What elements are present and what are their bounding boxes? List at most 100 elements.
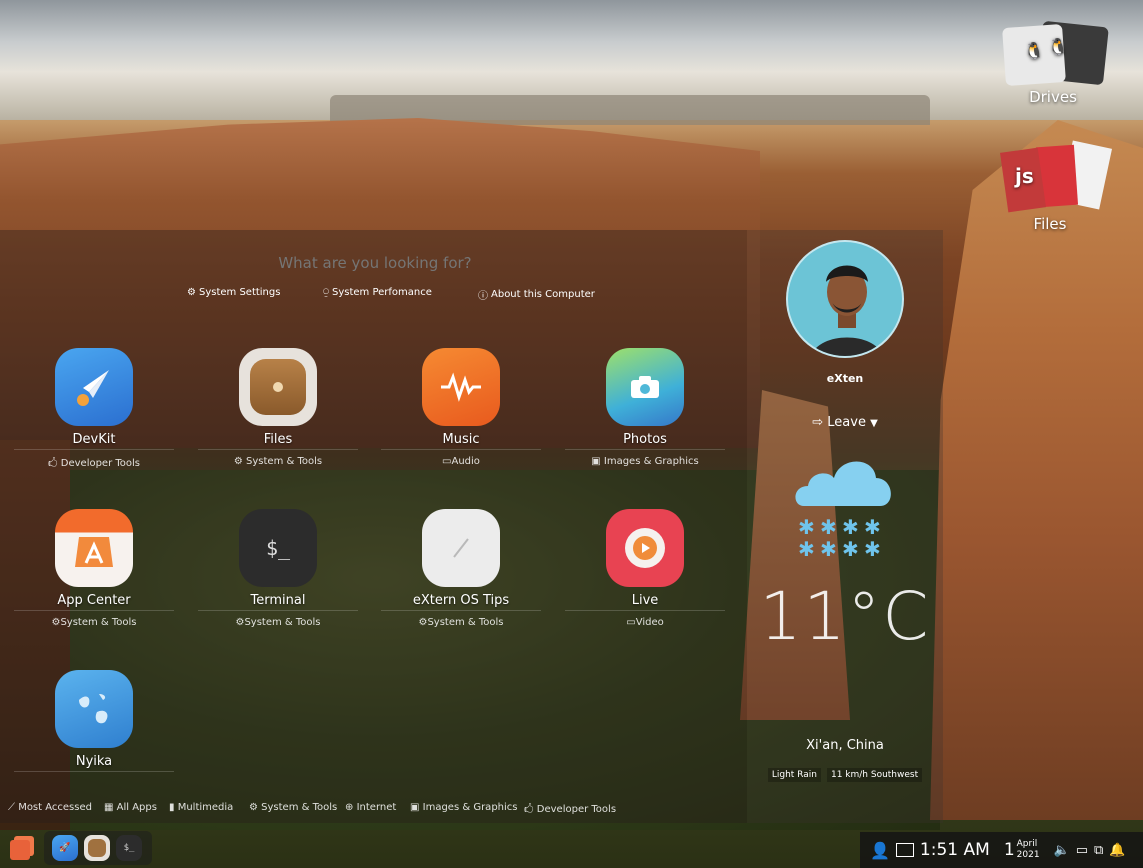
- svg-text:🐧: 🐧: [1024, 41, 1044, 60]
- category-images-graphics[interactable]: ▣ Images & Graphics: [410, 802, 517, 813]
- user-avatar-icon: [811, 265, 883, 356]
- video-icon: ▭: [626, 617, 636, 628]
- dock-files[interactable]: [84, 835, 110, 861]
- terminal-icon: $_: [123, 843, 135, 853]
- weather-wind: 11 km/h Southwest: [826, 768, 923, 782]
- drives-label: Drives: [1029, 88, 1077, 106]
- app-photos[interactable]: Photos ▣ Images & Graphics: [555, 348, 735, 467]
- svg-text:✱: ✱: [842, 537, 859, 561]
- dock-devkit[interactable]: 🚀: [52, 835, 78, 861]
- code-icon: 🖒: [524, 804, 534, 815]
- desktop-files[interactable]: js Files: [985, 140, 1115, 233]
- snow-cloud-icon: ✱ ✱ ✱ ✱ ✱ ✱ ✱ ✱: [795, 461, 891, 561]
- user-name: eXten: [826, 372, 864, 385]
- svg-text:✱: ✱: [820, 515, 837, 539]
- js-badge: js: [1015, 164, 1034, 188]
- volume-icon[interactable]: 🔈: [1054, 843, 1070, 858]
- svg-text:✱: ✱: [820, 537, 837, 561]
- clock[interactable]: 1:51 AM: [920, 840, 990, 860]
- app-name: App Center: [57, 593, 131, 608]
- svg-text:🐧: 🐧: [1048, 37, 1068, 56]
- drives-icon: 🐧 🐧: [1002, 21, 1109, 86]
- app-category: System & Tools: [60, 617, 137, 628]
- gear-icon: ⚙: [249, 802, 258, 813]
- category-internet[interactable]: ⊕ Internet: [345, 802, 396, 813]
- date[interactable]: 1 April 2021: [1004, 839, 1040, 861]
- app-files[interactable]: Files ⚙ System & Tools: [188, 348, 368, 467]
- camera-icon: [606, 348, 684, 426]
- gauge-icon: ⍜: [323, 287, 329, 298]
- app-category: System & Tools: [244, 617, 321, 628]
- folder-icon: [239, 348, 317, 426]
- globe-icon: ⊕: [345, 802, 354, 813]
- avatar[interactable]: [786, 240, 904, 358]
- svg-text:✱: ✱: [842, 515, 859, 539]
- caret-down-icon: ▼: [870, 418, 878, 429]
- start-button[interactable]: [8, 834, 36, 862]
- app-music[interactable]: Music ▭Audio: [371, 348, 551, 467]
- temperature: 11°C: [759, 578, 931, 655]
- app-name: Photos: [623, 432, 667, 447]
- category-all-apps[interactable]: ▦ All Apps: [104, 802, 157, 813]
- info-icon: ⓘ: [478, 291, 488, 302]
- app-category: Audio: [451, 456, 480, 467]
- app-name: DevKit: [72, 432, 116, 447]
- app-name: Live: [631, 593, 659, 608]
- category-multimedia[interactable]: ▮ Multimedia: [169, 802, 233, 813]
- camera-icon[interactable]: ▭: [1076, 843, 1088, 858]
- network-icon[interactable]: ⧉: [1094, 843, 1103, 858]
- window-icon[interactable]: [895, 843, 914, 857]
- system-performance-link[interactable]: ⍜ System Perfomance: [323, 287, 432, 298]
- leave-button[interactable]: ⇨ Leave ▼: [747, 415, 943, 430]
- rocket-icon: [55, 348, 133, 426]
- about-computer-link[interactable]: ⓘ About this Computer: [478, 287, 595, 302]
- terminal-glyph: $_: [265, 536, 291, 560]
- image-icon: ▣: [410, 802, 420, 813]
- app-category: Developer Tools: [60, 458, 141, 469]
- category-most-accessed[interactable]: ⟋ Most Accessed: [8, 802, 92, 813]
- category-system-tools[interactable]: ⚙ System & Tools: [249, 802, 337, 813]
- code-icon: 🖒: [47, 458, 58, 469]
- category-developer-tools[interactable]: 🖒 Developer Tools: [524, 802, 616, 819]
- shopping-bag-icon: [55, 509, 133, 587]
- extern-logo-icon: [10, 836, 34, 860]
- svg-text:✱: ✱: [864, 515, 881, 539]
- film-icon: ▮: [169, 802, 175, 813]
- logout-icon: ⇨: [812, 415, 824, 430]
- weather-conditions: Light Rain 11 km/h Southwest: [747, 768, 943, 782]
- terminal-icon: $_: [239, 509, 317, 587]
- rocket-icon: 🚀: [59, 843, 71, 853]
- weather-condition: Light Rain: [767, 768, 821, 782]
- app-extern-os-tips[interactable]: eXtern OS Tips ⚙System & Tools: [371, 509, 551, 628]
- app-nyika[interactable]: Nyika: [4, 670, 184, 772]
- app-name: Files: [263, 432, 293, 447]
- notification-bell-icon[interactable]: 🔔: [1109, 843, 1125, 858]
- app-live[interactable]: Live ▭Video: [555, 509, 735, 628]
- app-devkit[interactable]: DevKit 🖒 Developer Tools: [4, 348, 184, 473]
- user-icon[interactable]: 👤: [870, 841, 890, 860]
- folder-icon: [88, 839, 106, 857]
- system-settings-link[interactable]: ⚙ System Settings: [187, 287, 280, 298]
- app-terminal[interactable]: $_ Terminal ⚙System & Tools: [188, 509, 368, 628]
- documents-icon: [999, 140, 1112, 213]
- globe-icon: [55, 670, 133, 748]
- gear-icon: ⚙: [233, 456, 243, 467]
- grid-icon: ▦: [104, 802, 114, 813]
- desktop-drives[interactable]: 🐧 🐧 Drives: [988, 20, 1118, 106]
- taskbar: 🚀 $_ 👤 1:51 AM 1 April 2021 🔈 ▭ ⧉ 🔔: [0, 828, 1143, 868]
- gear-icon: ⚙: [187, 287, 196, 298]
- dock-terminal[interactable]: $_: [116, 835, 142, 861]
- play-icon: [606, 509, 684, 587]
- svg-text:✱: ✱: [864, 537, 881, 561]
- app-category: Video: [635, 617, 664, 628]
- chart-icon: ⟋: [8, 802, 15, 813]
- search-input[interactable]: [230, 254, 520, 272]
- app-name: eXtern OS Tips: [412, 593, 510, 608]
- app-category: System & Tools: [427, 617, 504, 628]
- files-label: Files: [1033, 215, 1067, 233]
- image-icon: ▣: [591, 456, 601, 467]
- music-icon: [422, 348, 500, 426]
- app-app-center[interactable]: App Center ⚙System & Tools: [4, 509, 184, 628]
- svg-text:✱: ✱: [798, 515, 815, 539]
- app-category: Images & Graphics: [603, 456, 699, 467]
